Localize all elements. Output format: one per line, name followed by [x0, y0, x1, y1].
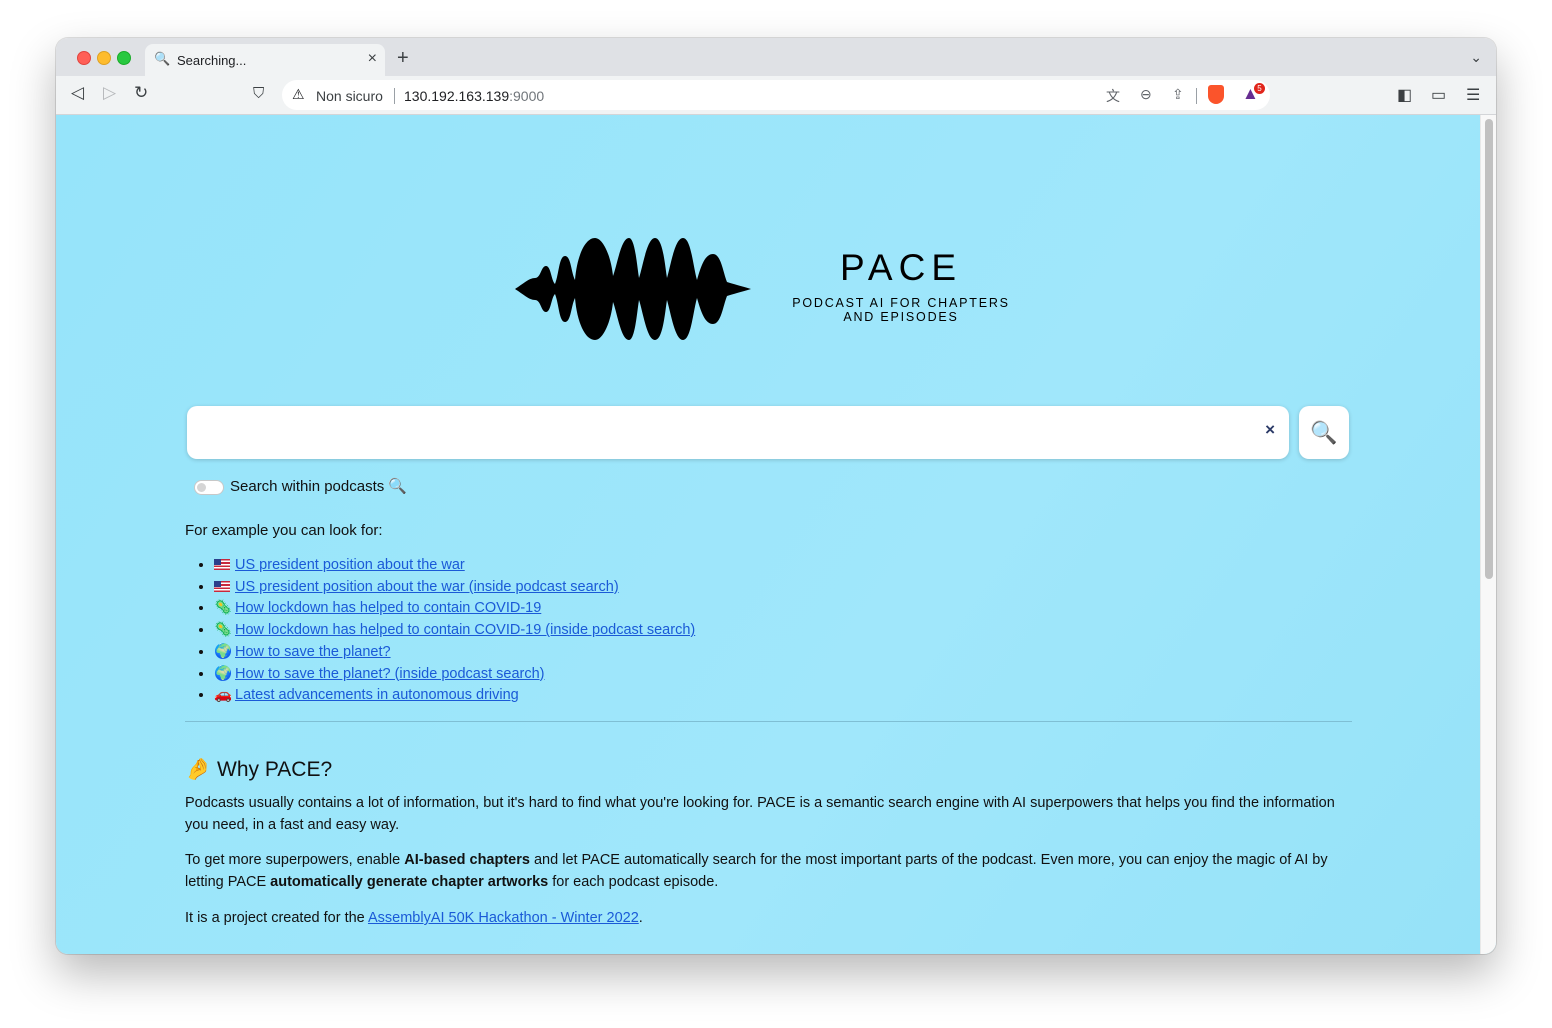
search-box: × [187, 406, 1289, 459]
virus-icon: 🦠 [214, 622, 233, 639]
list-item: 🦠How lockdown has helped to contain COVI… [214, 598, 695, 620]
bookmark-icon[interactable]: ⛉ [253, 86, 264, 101]
reload-button[interactable]: ↻ [134, 84, 148, 101]
section-divider [185, 721, 1352, 722]
brand-name: PACE [839, 247, 962, 288]
why-heading: 🤌 Why PACE? [185, 758, 332, 782]
zoom-out-icon[interactable]: ⊖ [1140, 86, 1152, 103]
waveform-logo-icon [515, 238, 751, 340]
p2-text-e: for each podcast episode. [548, 873, 719, 890]
omnibox-separator [394, 88, 395, 104]
example-link[interactable]: How to save the planet? [235, 644, 391, 660]
scrollbar[interactable] [1480, 115, 1496, 954]
virus-icon: 🦠 [214, 600, 233, 617]
list-item: US president position about the war [214, 555, 695, 577]
tab-bar: 🔍 Searching... × + ⌄ [56, 38, 1496, 76]
list-item: 🚗Latest advancements in autonomous drivi… [214, 685, 695, 707]
list-item: US president position about the war (ins… [214, 577, 695, 599]
close-window-button[interactable] [77, 51, 91, 65]
browser-toolbar: ◁ ▷ ↻ ⛉ ⚠ Non sicuro 130.192.163.139:900… [56, 76, 1496, 115]
translate-icon[interactable]: 文 [1106, 86, 1120, 106]
brand-tagline: PODCAST AI FOR CHAPTERS AND EPISODES [781, 296, 1021, 324]
tab-search-chevron-icon[interactable]: ⌄ [1470, 49, 1482, 66]
search-button[interactable]: 🔍 [1299, 406, 1349, 459]
list-item: 🦠How lockdown has helped to contain COVI… [214, 620, 695, 642]
toggle-knob [197, 483, 206, 492]
us-flag-icon [214, 559, 230, 570]
url-port: :9000 [509, 88, 545, 104]
tab-close-icon[interactable]: × [368, 50, 377, 68]
example-link[interactable]: How lockdown has helped to contain COVID… [235, 622, 695, 638]
back-button[interactable]: ◁ [71, 84, 84, 101]
tagline-line-2: AND EPISODES [843, 310, 959, 324]
example-link[interactable]: How to save the planet? (inside podcast … [235, 666, 545, 682]
tagline-line-1: PODCAST AI FOR CHAPTERS [792, 296, 1010, 310]
example-link[interactable]: US president position about the war [235, 557, 465, 573]
new-tab-button[interactable]: + [397, 48, 409, 68]
page-viewport: PACE PODCAST AI FOR CHAPTERS AND EPISODE… [56, 115, 1496, 954]
brave-shields-icon[interactable] [1208, 85, 1224, 104]
scrollbar-thumb[interactable] [1485, 119, 1493, 579]
url-host: 130.192.163.139 [404, 88, 510, 104]
menu-icon[interactable]: ☰ [1466, 85, 1480, 105]
clear-search-icon[interactable]: × [1265, 420, 1275, 440]
globe-icon: 🌍 [214, 665, 233, 682]
toggle-label: Search within podcasts 🔍 [230, 478, 408, 495]
why-paragraph-2: To get more superpowers, enable AI-based… [185, 850, 1345, 893]
p2-text-a: To get more superpowers, enable [185, 852, 405, 868]
sidebar-toggle-icon[interactable]: ◧ [1397, 85, 1412, 105]
rewards-badge: 5 [1254, 83, 1265, 94]
wallet-icon[interactable]: ▭ [1431, 85, 1446, 105]
pinched-fingers-icon: 🤌 [185, 758, 212, 781]
minimize-window-button[interactable] [97, 51, 111, 65]
forward-button[interactable]: ▷ [103, 84, 116, 101]
p3-text-a: It is a project created for the [185, 910, 368, 926]
search-icon: 🔍 [154, 51, 171, 66]
example-link[interactable]: US president position about the war (ins… [235, 579, 619, 595]
search-input[interactable] [201, 418, 1245, 448]
warning-icon[interactable]: ⚠ [292, 86, 305, 103]
why-paragraph-1: Podcasts usually contains a lot of infor… [185, 795, 1335, 833]
tab-active[interactable]: 🔍 Searching... × [145, 44, 385, 76]
security-label[interactable]: Non sicuro [316, 88, 383, 104]
list-item: 🌍How to save the planet? [214, 642, 695, 664]
search-within-podcasts-toggle[interactable] [194, 480, 224, 495]
p2-bold-artworks: automatically generate chapter artworks [270, 873, 549, 890]
p2-bold-chapters: AI-based chapters [404, 852, 530, 868]
p3-text-b: . [638, 910, 643, 926]
us-flag-icon [214, 580, 230, 592]
examples-intro: For example you can look for: [185, 522, 383, 539]
share-icon[interactable]: ⇪ [1172, 86, 1184, 103]
address-bar[interactable]: ⚠ Non sicuro 130.192.163.139:9000 文 ⊖ ⇪ … [282, 80, 1270, 110]
tab-title: Searching... [177, 53, 247, 68]
url-text[interactable]: 130.192.163.139:9000 [404, 88, 544, 104]
examples-list: US president position about the war US p… [185, 555, 695, 707]
list-item: 🌍How to save the planet? (inside podcast… [214, 664, 695, 686]
example-link[interactable]: How lockdown has helped to contain COVID… [235, 600, 541, 616]
car-icon: 🚗 [214, 687, 233, 704]
browser-window: 🔍 Searching... × + ⌄ ◁ ▷ ↻ ⛉ ⚠ Non sicur… [56, 38, 1496, 954]
why-title: Why PACE? [217, 758, 333, 781]
globe-icon: 🌍 [214, 643, 233, 660]
example-link[interactable]: Latest advancements in autonomous drivin… [235, 687, 519, 703]
why-paragraph-3: It is a project created for the Assembly… [185, 908, 1345, 930]
omnibox-separator-2 [1196, 88, 1197, 104]
hackathon-link[interactable]: AssemblyAI 50K Hackathon - Winter 2022 [368, 910, 639, 926]
zoom-window-button[interactable] [117, 51, 131, 65]
magnifier-icon: 🔍 [1310, 420, 1338, 445]
